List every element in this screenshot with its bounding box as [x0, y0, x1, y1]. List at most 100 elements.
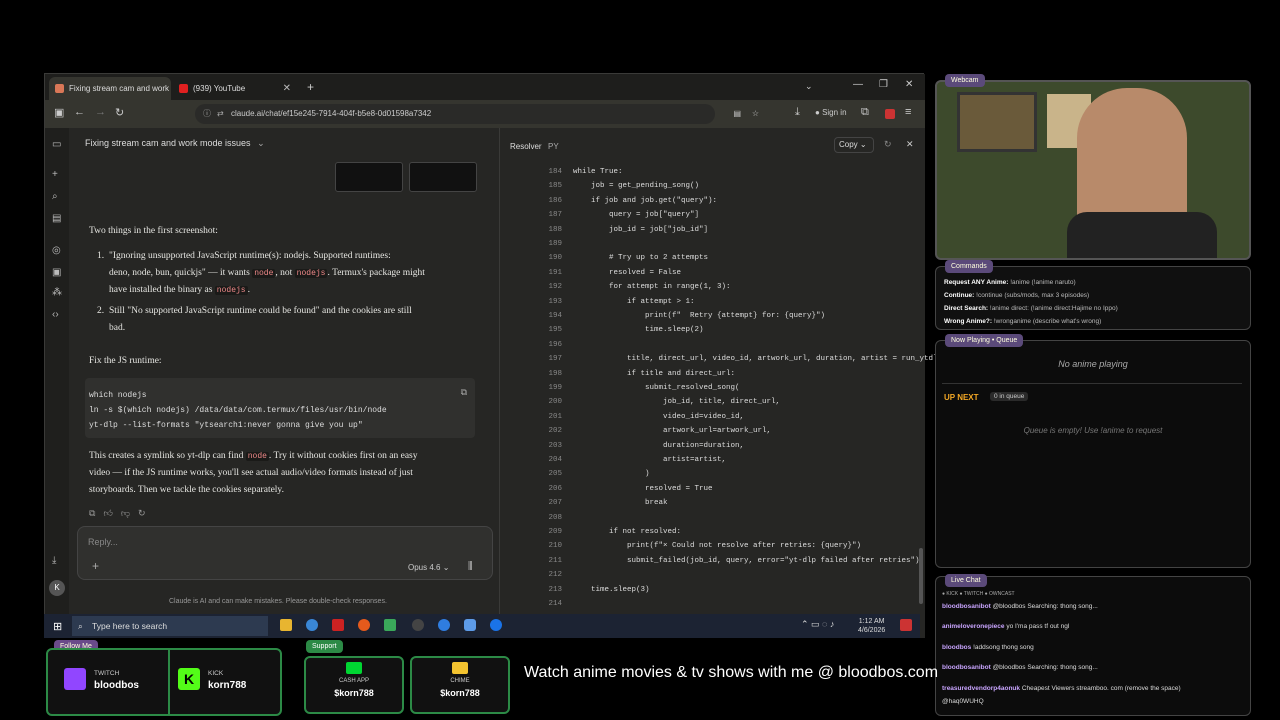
- command-value: !continue (subs/mods, max 3 episodes): [974, 292, 1090, 299]
- close-icon[interactable]: ✕: [906, 139, 914, 150]
- download-app-icon[interactable]: ⤓: [52, 556, 62, 566]
- screenshot-thumbnail[interactable]: [409, 162, 477, 192]
- firefox-icon[interactable]: [358, 619, 370, 631]
- code-line: time.sleep(2): [573, 326, 704, 335]
- chat-message: bloodbosanibot @bloodbos Searching: thon…: [942, 603, 1098, 610]
- code-line: yt-dlp --list-formats "ytsearch1:never g…: [89, 421, 363, 430]
- forward-icon[interactable]: →: [95, 106, 106, 118]
- thumbs-down-icon[interactable]: 👎︎: [121, 508, 138, 518]
- line-number: 206: [548, 484, 562, 493]
- code-line: if attempt > 1:: [573, 297, 695, 306]
- copy-button[interactable]: Copy ⌄: [834, 137, 874, 153]
- search-icon: ⌕: [78, 621, 83, 631]
- download-icon[interactable]: ⤓: [795, 106, 800, 119]
- list-item-text: Still "No supported JavaScript runtime c…: [109, 306, 412, 316]
- thumbs-up-icon[interactable]: 👍︎: [103, 508, 120, 518]
- tab-youtube[interactable]: (939) YouTube ✕: [173, 77, 297, 100]
- reply-box[interactable]: Reply... + Opus 4.6 ⌄ ⫼: [77, 526, 493, 580]
- voice-icon[interactable]: ⫼: [468, 561, 473, 572]
- clock-time: 1:12 AM: [858, 618, 885, 625]
- refresh-icon[interactable]: ↻: [884, 139, 892, 150]
- tune-icon[interactable]: ⇄: [217, 104, 224, 124]
- tray-icons[interactable]: ⌃ ▭ ◌ ♪: [801, 619, 834, 630]
- code-line: job = get_pending_song(): [573, 182, 700, 191]
- file-explorer-icon[interactable]: [280, 619, 292, 631]
- taskbar-search[interactable]: ⌕ Type here to search: [72, 616, 268, 636]
- notification-icon[interactable]: [900, 619, 912, 631]
- twitch-icon: [64, 668, 86, 690]
- disclaimer: Claude is AI and can make mistakes. Plea…: [169, 598, 387, 605]
- taskbar-apps: [276, 618, 536, 634]
- model-label: Opus 4.6: [408, 563, 441, 572]
- app-icon[interactable]: [438, 619, 450, 631]
- cashapp-card: CASH APP $korn788: [304, 656, 404, 714]
- twitch-label: TWITCH: [94, 670, 120, 677]
- maximize-icon[interactable]: ❐: [879, 79, 888, 90]
- projects-icon[interactable]: ◎: [52, 246, 62, 256]
- code-icon[interactable]: ‹›: [52, 310, 62, 320]
- sidebar-toggle-icon[interactable]: ▣: [54, 106, 64, 119]
- list-item-text: have installed the binary as: [109, 285, 215, 295]
- search-icon[interactable]: ⌕: [52, 192, 62, 202]
- scrollbar[interactable]: [919, 548, 923, 604]
- new-tab-icon[interactable]: +: [307, 80, 314, 94]
- reader-view-icon[interactable]: ▤: [733, 104, 741, 124]
- address-bar[interactable]: ⓘ ⇄ claude.ai/chat/ef15e245-7914-404f-b5…: [195, 104, 759, 124]
- code-line: if job and job.get("query"):: [573, 196, 718, 205]
- list-item-text: . Termux's package might: [327, 268, 425, 278]
- model-selector[interactable]: Opus 4.6 ⌄: [408, 563, 449, 572]
- profile-button[interactable]: ● Sign in: [815, 108, 847, 117]
- extensions-icon[interactable]: ⧉: [861, 106, 869, 119]
- retry-icon[interactable]: ↻: [138, 508, 154, 518]
- chats-icon[interactable]: ▤: [52, 214, 62, 224]
- apps-icon[interactable]: ⁂: [52, 288, 62, 298]
- line-number: 198: [548, 369, 562, 378]
- obs-icon[interactable]: [412, 619, 424, 631]
- line-number: 211: [548, 556, 562, 565]
- clock[interactable]: 1:12 AM 4/6/2026: [858, 617, 885, 635]
- add-attachment-icon[interactable]: +: [92, 559, 99, 573]
- app-icon[interactable]: [332, 619, 344, 631]
- app-icon[interactable]: [384, 619, 396, 631]
- close-tab-icon[interactable]: ✕: [283, 83, 291, 94]
- minimize-icon[interactable]: —: [853, 79, 863, 90]
- reload-icon[interactable]: ↻: [115, 106, 124, 119]
- command-key: Continue:: [944, 292, 975, 299]
- line-number: 201: [548, 412, 562, 421]
- line-number: 213: [548, 585, 562, 594]
- copy-code-icon[interactable]: ⧉: [461, 386, 467, 401]
- list-item: 1. "Ignoring unsupported JavaScript runti…: [97, 251, 425, 295]
- line-number: 195: [548, 326, 562, 335]
- chrome-icon[interactable]: [490, 619, 502, 631]
- windows-start-icon[interactable]: ⊞: [53, 620, 62, 633]
- line-number: 192: [548, 283, 562, 292]
- tab-claude[interactable]: Fixing stream cam and work m... ✕: [49, 77, 171, 100]
- line-number: 191: [548, 268, 562, 277]
- site-info-icon[interactable]: ⓘ: [203, 104, 211, 124]
- screenshot-thumbnail[interactable]: [335, 162, 403, 192]
- support-label: Support: [306, 640, 343, 653]
- bookmark-star-icon[interactable]: ☆: [752, 104, 759, 124]
- artifact-header: Resolver PY Copy ⌄ ↻ ✕: [500, 128, 926, 160]
- tab-list-icon[interactable]: ⌄: [805, 81, 813, 92]
- back-icon[interactable]: ←: [74, 106, 85, 118]
- extension-badge-icon[interactable]: [885, 109, 895, 119]
- sidebar-toggle-icon[interactable]: ▭: [52, 140, 62, 150]
- code-line: which nodejs: [89, 391, 147, 400]
- chat-text: !addsong thong song: [973, 644, 1034, 651]
- chat-title[interactable]: Fixing stream cam and work mode issues ⌄: [85, 138, 265, 149]
- reply-input[interactable]: Reply...: [88, 537, 118, 547]
- menu-icon[interactable]: ≡: [905, 106, 911, 118]
- code-line: # Try up to 2 attempts: [573, 254, 709, 263]
- copy-icon[interactable]: ⧉: [89, 508, 103, 518]
- app-icon[interactable]: [464, 619, 476, 631]
- socials-panel: TWITCH bloodbos K KICK korn788: [46, 648, 282, 716]
- artifacts-icon[interactable]: ▣: [52, 268, 62, 278]
- close-window-icon[interactable]: ✕: [905, 79, 913, 90]
- line-number: 187: [548, 211, 562, 220]
- edge-icon[interactable]: [306, 619, 318, 631]
- new-chat-icon[interactable]: +: [52, 170, 62, 180]
- tab-label: (939) YouTube: [193, 84, 246, 93]
- avatar[interactable]: K: [49, 580, 65, 596]
- command-value: !anime direct: (!anime direct:Hajime no …: [988, 305, 1118, 312]
